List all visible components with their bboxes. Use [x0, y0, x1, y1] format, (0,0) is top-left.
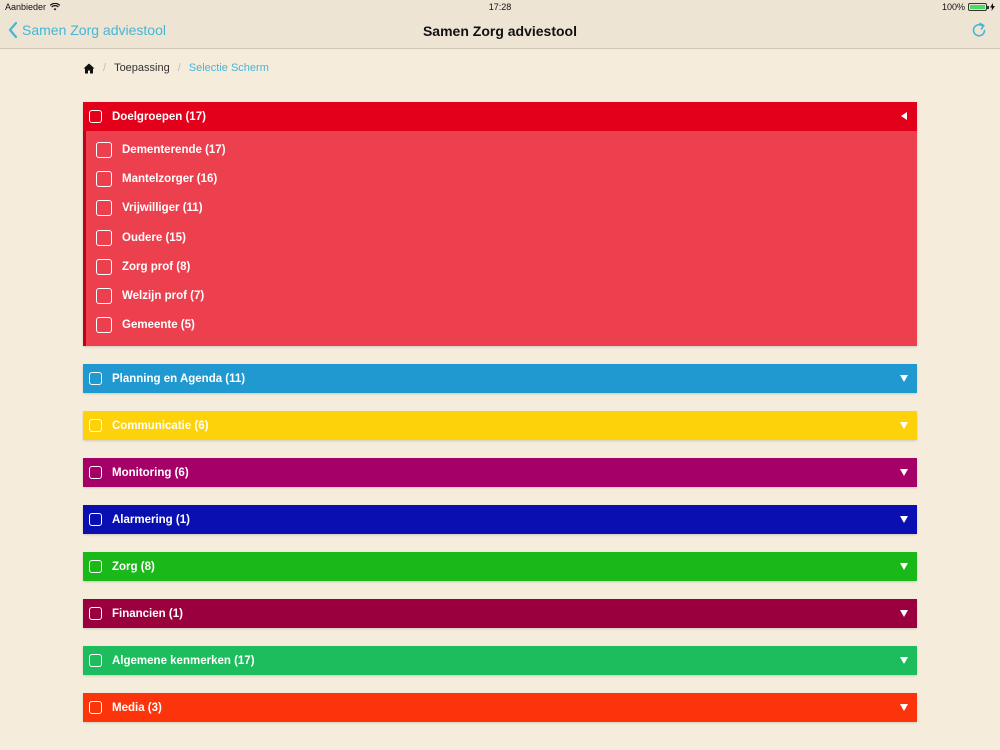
subcategory-checkbox[interactable] [96, 317, 112, 334]
category-panel: Communicatie (6) [83, 411, 917, 441]
category-checkbox[interactable] [89, 419, 102, 433]
category-checkbox[interactable] [89, 513, 102, 527]
category-header[interactable]: Communicatie (6) [83, 411, 917, 441]
subcategory-item[interactable]: Welzijn prof (7) [86, 281, 917, 310]
subcategory-checkbox[interactable] [96, 258, 112, 275]
triangle-down-icon[interactable] [899, 373, 909, 383]
triangle-down-icon[interactable] [899, 561, 909, 571]
home-icon[interactable] [83, 63, 95, 74]
category-header[interactable]: Doelgroepen (17) [83, 102, 917, 131]
subcategory-item[interactable]: Vrijwilliger (11) [86, 194, 917, 223]
subcategory-label: Vrijwilliger (11) [122, 202, 203, 215]
subcategory-checkbox[interactable] [96, 200, 112, 217]
status-bar: Aanbieder 17:28 100% [0, 0, 1000, 15]
category-label: Doelgroepen (17) [112, 110, 206, 123]
category-checkbox[interactable] [89, 110, 102, 123]
category-header[interactable]: Algemene kenmerken (17) [83, 646, 917, 676]
category-panel: Planning en Agenda (11) [83, 364, 917, 394]
category-panels: Doelgroepen (17) Dementerende (17) Mantelz… [83, 102, 917, 740]
refresh-button[interactable] [970, 21, 988, 44]
category-header[interactable]: Zorg (8) [83, 552, 917, 582]
category-panel: Monitoring (6) [83, 458, 917, 488]
battery-icon [968, 3, 989, 11]
subcategory-checkbox[interactable] [96, 288, 112, 305]
subcategory-label: Mantelzorger (16) [122, 172, 218, 185]
breadcrumb: / Toepassing / Selectie Scherm [83, 62, 269, 74]
category-header[interactable]: Planning en Agenda (11) [83, 364, 917, 394]
category-label: Communicatie (6) [112, 419, 209, 432]
subcategory-checkbox[interactable] [96, 229, 112, 246]
triangle-down-icon[interactable] [899, 467, 909, 477]
triangle-down-icon[interactable] [899, 702, 909, 712]
category-panel: Alarmering (1) [83, 505, 917, 535]
subcategory-label: Oudere (15) [122, 231, 186, 244]
category-header[interactable]: Financien (1) [83, 599, 917, 629]
battery-percent: 100% [941, 2, 965, 12]
triangle-down-icon[interactable] [899, 655, 909, 665]
breadcrumb-item-current: Selectie Scherm [188, 62, 269, 74]
category-label: Zorg (8) [112, 560, 155, 573]
breadcrumb-separator: / [177, 62, 181, 74]
subcategory-item[interactable]: Zorg prof (8) [86, 252, 917, 281]
category-checkbox[interactable] [89, 372, 102, 386]
triangle-down-icon[interactable] [899, 608, 909, 618]
subcategory-item[interactable]: Dementerende (17) [86, 135, 917, 164]
subcategory-item[interactable]: Mantelzorger (16) [86, 164, 917, 193]
category-label: Monitoring (6) [112, 466, 189, 479]
subcategory-label: Welzijn prof (7) [122, 290, 205, 303]
status-time: 17:28 [488, 2, 512, 12]
subcategory-item[interactable]: Gemeente (5) [86, 311, 917, 340]
triangle-left-icon[interactable] [899, 111, 909, 121]
category-panel: Media (3) [83, 693, 917, 723]
category-checkbox[interactable] [89, 607, 102, 621]
refresh-icon [972, 22, 986, 37]
category-label: Media (3) [112, 701, 162, 714]
battery-fill [970, 5, 985, 9]
category-label: Alarmering (1) [112, 513, 190, 526]
category-checkbox[interactable] [89, 560, 102, 574]
category-checkbox[interactable] [89, 654, 102, 668]
category-label: Financien (1) [112, 607, 183, 620]
subcategory-checkbox[interactable] [96, 141, 112, 158]
breadcrumb-separator: / [103, 62, 107, 74]
category-body: Dementerende (17) Mantelzorger (16) Vrijwi… [83, 131, 917, 347]
charging-icon [990, 3, 995, 11]
category-panel: Zorg (8) [83, 552, 917, 582]
category-checkbox[interactable] [89, 701, 102, 715]
page-title: Samen Zorg adviestool [422, 23, 578, 39]
status-right: 100% [942, 2, 995, 12]
category-header[interactable]: Monitoring (6) [83, 458, 917, 488]
category-label: Planning en Agenda (11) [112, 372, 246, 385]
subcategory-label: Gemeente (5) [122, 319, 195, 332]
subcategory-label: Dementerende (17) [122, 143, 226, 156]
triangle-down-icon[interactable] [899, 514, 909, 524]
category-label: Algemene kenmerken (17) [112, 654, 255, 667]
category-panel: Algemene kenmerken (17) [83, 646, 917, 676]
category-panel: Doelgroepen (17) Dementerende (17) Mantelz… [83, 102, 917, 347]
subcategory-checkbox[interactable] [96, 170, 112, 187]
category-header[interactable]: Media (3) [83, 693, 917, 723]
category-header[interactable]: Alarmering (1) [83, 505, 917, 535]
subcategory-label: Zorg prof (8) [122, 260, 191, 273]
triangle-down-icon[interactable] [899, 420, 909, 430]
breadcrumb-item-toepassing[interactable]: Toepassing [114, 62, 170, 74]
category-checkbox[interactable] [89, 466, 102, 480]
navigation-bar: Samen Zorg adviestool Samen Zorg adviest… [0, 15, 1000, 49]
category-panel: Financien (1) [83, 599, 917, 629]
subcategory-item[interactable]: Oudere (15) [86, 223, 917, 252]
